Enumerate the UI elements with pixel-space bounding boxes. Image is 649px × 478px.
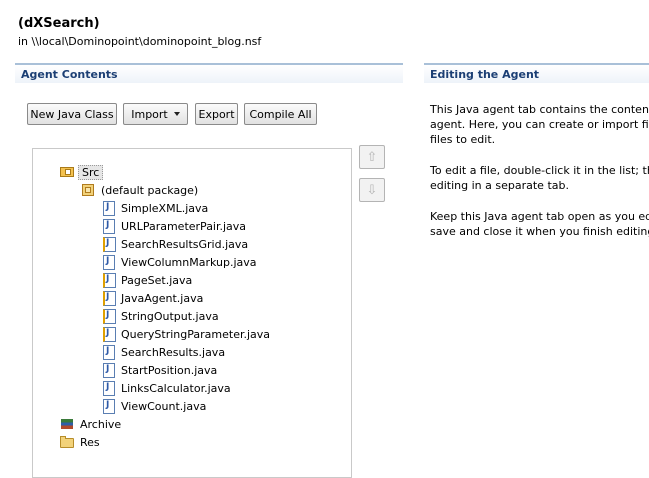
tree-node-label: JavaAgent.java [121, 291, 204, 305]
help-line: Keep this Java agent tab open as you edi… [430, 210, 649, 223]
java-file-icon [101, 380, 116, 396]
tree-node-label: LinksCalculator.java [121, 381, 231, 395]
tree-node-java-file[interactable]: QueryStringParameter.java [101, 325, 270, 343]
help-line: save and close it when you finish editin… [430, 225, 649, 238]
source-folder-icon [60, 165, 75, 180]
help-paragraph-1: This Java agent tab contains the content… [430, 102, 649, 147]
java-file-icon [101, 218, 116, 234]
export-button[interactable]: Export [195, 103, 238, 125]
tree-node-java-file[interactable]: StartPosition.java [101, 361, 217, 379]
compile-all-button[interactable]: Compile All [244, 103, 317, 125]
tree-node-java-file[interactable]: SimpleXML.java [101, 199, 208, 217]
tree-node-java-file[interactable]: ViewColumnMarkup.java [101, 253, 257, 271]
java-file-icon [101, 200, 116, 216]
help-line: To edit a file, double-click it in the l… [430, 164, 649, 177]
java-file-icon [101, 344, 116, 360]
tree-node-label: ViewColumnMarkup.java [121, 255, 257, 269]
java-file-warning-icon [101, 290, 116, 306]
java-file-icon [101, 362, 116, 378]
agent-contents-tree[interactable]: Src (default package) SimpleXML.java URLP… [32, 148, 352, 478]
export-label: Export [198, 107, 235, 121]
move-down-button[interactable]: ⇩ [359, 178, 385, 202]
tree-node-label: PageSet.java [121, 273, 193, 287]
tree-node-java-file[interactable]: ViewCount.java [101, 397, 206, 415]
tree-node-label: Res [80, 435, 100, 449]
new-java-class-button[interactable]: New Java Class [27, 103, 117, 125]
tree-node-java-file[interactable]: URLParameterPair.java [101, 217, 246, 235]
editing-agent-title: Editing the Agent [430, 68, 540, 81]
tree-node-label: StartPosition.java [121, 363, 218, 377]
agent-contents-title: Agent Contents [21, 68, 118, 81]
arrow-down-icon: ⇩ [366, 182, 378, 198]
tree-node-archive[interactable]: Archive [60, 415, 121, 433]
database-path: in \\local\Dominopoint\dominopoint_blog.… [18, 35, 262, 48]
help-line: files to edit. [430, 133, 496, 146]
tree-node-java-file[interactable]: SearchResultsGrid.java [101, 235, 248, 253]
arrow-up-icon: ⇧ [366, 149, 378, 165]
tree-node-label: StringOutput.java [121, 309, 219, 323]
tree-node-label: URLParameterPair.java [121, 219, 247, 233]
package-icon [81, 183, 96, 198]
java-file-warning-icon [101, 236, 116, 252]
editing-agent-header: Editing the Agent [424, 63, 649, 83]
tree-node-java-file[interactable]: SearchResults.java [101, 343, 225, 361]
tree-node-res[interactable]: Res [60, 433, 100, 451]
java-file-icon [101, 398, 116, 414]
agent-contents-header: Agent Contents [15, 63, 403, 83]
new-java-class-label: New Java Class [30, 107, 114, 121]
import-label: Import [131, 107, 168, 121]
help-line: editing in a separate tab. [430, 179, 569, 192]
help-line: agent. Here, you can create or import fi… [430, 118, 649, 131]
tree-node-java-file[interactable]: PageSet.java [101, 271, 192, 289]
tree-node-default-package[interactable]: (default package) [81, 181, 198, 199]
tree-node-src[interactable]: Src [60, 163, 104, 181]
help-paragraph-3: Keep this Java agent tab open as you edi… [430, 209, 649, 239]
tree-node-label: ViewCount.java [121, 399, 207, 413]
tree-node-label: SearchResultsGrid.java [121, 237, 249, 251]
tree-node-java-file[interactable]: StringOutput.java [101, 307, 219, 325]
tree-node-label: Src [78, 164, 104, 180]
archive-icon [60, 417, 75, 432]
java-file-warning-icon [101, 272, 116, 288]
tree-node-label: (default package) [101, 183, 199, 197]
tree-node-label: SimpleXML.java [121, 201, 209, 215]
tree-node-java-file[interactable]: JavaAgent.java [101, 289, 203, 307]
java-file-icon [101, 254, 116, 270]
tree-node-java-file[interactable]: LinksCalculator.java [101, 379, 231, 397]
chevron-down-icon [173, 112, 180, 116]
help-line: This Java agent tab contains the content… [430, 103, 649, 116]
help-paragraph-2: To edit a file, double-click it in the l… [430, 163, 649, 193]
folder-icon [60, 435, 75, 450]
java-file-warning-icon [101, 308, 116, 324]
agent-title: (dXSearch) [18, 16, 100, 31]
compile-all-label: Compile All [249, 107, 312, 121]
move-up-button[interactable]: ⇧ [359, 145, 385, 169]
java-file-warning-icon [101, 326, 116, 342]
tree-node-label: QueryStringParameter.java [121, 327, 271, 341]
tree-node-label: SearchResults.java [121, 345, 226, 359]
tree-node-label: Archive [80, 417, 122, 431]
import-dropdown-button[interactable]: Import [123, 103, 188, 125]
